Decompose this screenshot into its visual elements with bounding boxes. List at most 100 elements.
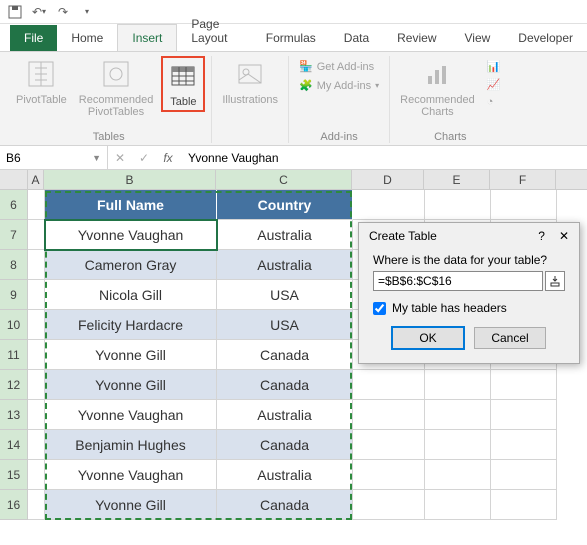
- my-addins-button[interactable]: 🧩 My Add-ins ▾: [295, 77, 383, 94]
- help-icon[interactable]: ?: [538, 229, 545, 243]
- cell[interactable]: [28, 430, 45, 460]
- cell[interactable]: [491, 370, 557, 400]
- cell[interactable]: [353, 400, 425, 430]
- headers-checkbox[interactable]: [373, 302, 386, 315]
- data-cell[interactable]: Felicity Hardacre: [45, 310, 217, 340]
- cell[interactable]: [28, 250, 45, 280]
- cell[interactable]: [28, 370, 45, 400]
- row-head[interactable]: 8: [0, 250, 28, 280]
- data-cell[interactable]: Australia: [217, 220, 353, 250]
- tab-developer[interactable]: Developer: [504, 25, 587, 51]
- row-head[interactable]: 16: [0, 490, 28, 520]
- col-head-b[interactable]: B: [44, 170, 216, 189]
- row-head[interactable]: 10: [0, 310, 28, 340]
- cell[interactable]: [425, 190, 491, 220]
- cell[interactable]: [28, 280, 45, 310]
- formula-input[interactable]: Yvonne Vaughan: [180, 151, 587, 165]
- recommended-charts-button[interactable]: Recommended Charts: [396, 56, 479, 120]
- data-cell[interactable]: USA: [217, 280, 353, 310]
- cell[interactable]: [28, 340, 45, 370]
- cell[interactable]: [353, 190, 425, 220]
- recommended-pivot-button[interactable]: Recommended PivotTables: [75, 56, 158, 120]
- row-head[interactable]: 7: [0, 220, 28, 250]
- cell[interactable]: [425, 370, 491, 400]
- pivottable-button[interactable]: PivotTable: [12, 56, 71, 108]
- data-cell[interactable]: Australia: [217, 460, 353, 490]
- cell[interactable]: [353, 370, 425, 400]
- data-cell[interactable]: Nicola Gill: [45, 280, 217, 310]
- fx-icon[interactable]: fx: [156, 151, 180, 165]
- cell[interactable]: [353, 460, 425, 490]
- cell[interactable]: [491, 490, 557, 520]
- data-cell[interactable]: Yvonne Vaughan: [45, 400, 217, 430]
- qat-dropdown-icon[interactable]: ▾: [78, 3, 96, 21]
- data-cell[interactable]: Canada: [217, 430, 353, 460]
- illustrations-button[interactable]: Illustrations: [218, 56, 282, 108]
- tab-insert[interactable]: Insert: [117, 24, 177, 51]
- data-cell[interactable]: Yvonne Gill: [45, 340, 217, 370]
- select-all-corner[interactable]: [0, 170, 28, 189]
- data-cell[interactable]: USA: [217, 310, 353, 340]
- tab-data[interactable]: Data: [330, 25, 383, 51]
- save-icon[interactable]: [6, 3, 24, 21]
- data-cell[interactable]: Yvonne Vaughan: [45, 220, 217, 250]
- chart-type-1[interactable]: 📊: [483, 58, 505, 75]
- chart-type-2[interactable]: 📈: [483, 76, 505, 93]
- cell[interactable]: [28, 400, 45, 430]
- cell[interactable]: [425, 430, 491, 460]
- col-head-c[interactable]: C: [216, 170, 352, 189]
- row-head[interactable]: 12: [0, 370, 28, 400]
- data-cell[interactable]: Canada: [217, 370, 353, 400]
- data-cell[interactable]: Canada: [217, 490, 353, 520]
- chevron-down-icon[interactable]: ▼: [92, 153, 101, 163]
- ok-button[interactable]: OK: [392, 327, 464, 349]
- header-cell[interactable]: Full Name: [45, 190, 217, 220]
- tab-formulas[interactable]: Formulas: [252, 25, 330, 51]
- col-head-d[interactable]: D: [352, 170, 424, 189]
- cell[interactable]: [353, 490, 425, 520]
- enter-formula-icon[interactable]: ✓: [132, 151, 156, 165]
- col-head-f[interactable]: F: [490, 170, 556, 189]
- cell[interactable]: [28, 190, 45, 220]
- undo-icon[interactable]: ↶▾: [30, 3, 48, 21]
- cell[interactable]: [425, 400, 491, 430]
- cell[interactable]: [28, 490, 45, 520]
- cancel-button[interactable]: Cancel: [474, 327, 546, 349]
- data-cell[interactable]: Benjamin Hughes: [45, 430, 217, 460]
- redo-icon[interactable]: ↷: [54, 3, 72, 21]
- tab-page-layout[interactable]: Page Layout: [177, 11, 251, 51]
- row-head[interactable]: 13: [0, 400, 28, 430]
- tab-review[interactable]: Review: [383, 25, 450, 51]
- cell[interactable]: [28, 460, 45, 490]
- cell[interactable]: [491, 190, 557, 220]
- row-head[interactable]: 15: [0, 460, 28, 490]
- data-cell[interactable]: Australia: [217, 400, 353, 430]
- data-cell[interactable]: Australia: [217, 250, 353, 280]
- get-addins-button[interactable]: 🏪 Get Add-ins: [295, 58, 383, 75]
- row-head[interactable]: 9: [0, 280, 28, 310]
- tab-home[interactable]: Home: [57, 25, 117, 51]
- cell[interactable]: [491, 400, 557, 430]
- data-cell[interactable]: Canada: [217, 340, 353, 370]
- cell[interactable]: [28, 310, 45, 340]
- cell[interactable]: [353, 430, 425, 460]
- range-input[interactable]: [373, 271, 543, 291]
- col-head-e[interactable]: E: [424, 170, 490, 189]
- cancel-formula-icon[interactable]: ✕: [108, 151, 132, 165]
- cell[interactable]: [28, 220, 45, 250]
- cell[interactable]: [491, 460, 557, 490]
- row-head[interactable]: 14: [0, 430, 28, 460]
- tab-file[interactable]: File: [10, 25, 57, 51]
- cell[interactable]: [425, 460, 491, 490]
- header-cell[interactable]: Country: [217, 190, 353, 220]
- row-head[interactable]: 11: [0, 340, 28, 370]
- cell[interactable]: [491, 430, 557, 460]
- name-box[interactable]: B6 ▼: [0, 146, 108, 169]
- data-cell[interactable]: Cameron Gray: [45, 250, 217, 280]
- tab-view[interactable]: View: [451, 25, 505, 51]
- data-cell[interactable]: Yvonne Gill: [45, 370, 217, 400]
- collapse-dialog-icon[interactable]: [545, 271, 565, 291]
- table-button[interactable]: Table: [161, 56, 205, 112]
- chart-type-3[interactable]: ◔: [483, 94, 505, 110]
- cell[interactable]: [425, 490, 491, 520]
